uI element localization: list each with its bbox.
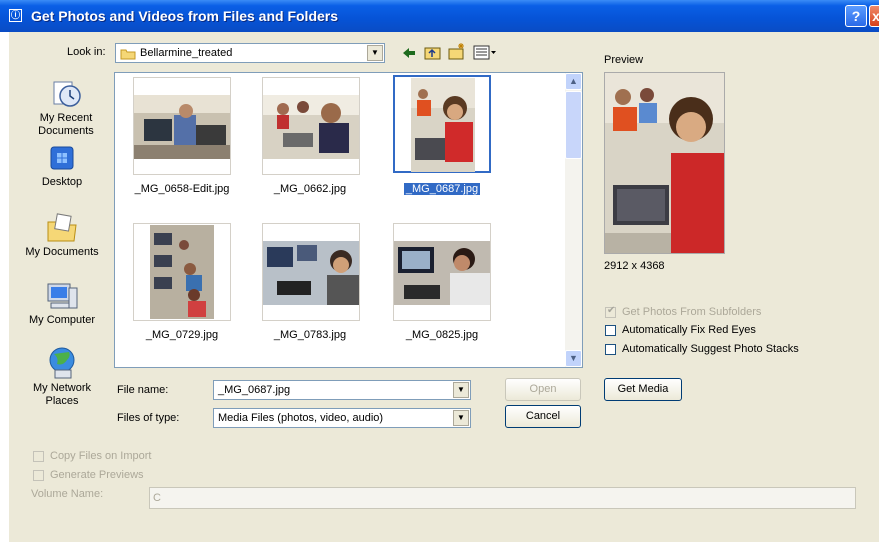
photo-stacks-checkbox[interactable] (605, 344, 616, 355)
photo-thumbnail (394, 241, 490, 305)
place-my-documents[interactable]: My Documents (19, 212, 105, 259)
folder-icon (120, 49, 136, 60)
file-type-dropdown[interactable]: Media Files (photos, video, audio) ▼ (213, 408, 471, 428)
place-label: My Network (32, 382, 92, 394)
photo-thumbnail (150, 225, 214, 319)
subfolders-label: Get Photos From Subfolders (622, 306, 762, 318)
file-name-value: _MG_0687.jpg (218, 384, 291, 396)
app-icon: ⓘ (9, 9, 22, 22)
place-label: Places (45, 395, 79, 407)
photo-thumbnail (263, 241, 359, 305)
file-name[interactable]: _MG_0825.jpg (377, 329, 507, 341)
look-in-value: Bellarmine_treated (140, 47, 233, 59)
network-places-icon (49, 347, 75, 379)
my-documents-icon (47, 213, 77, 242)
photo-preview (605, 73, 724, 253)
file-name[interactable]: _MG_0783.jpg (245, 329, 375, 341)
file-name-input[interactable]: _MG_0687.jpg ▼ (213, 380, 471, 400)
generate-previews-checkbox[interactable] (33, 470, 44, 481)
volume-name-field[interactable]: C (149, 487, 856, 509)
chevron-down-icon[interactable]: ▼ (367, 45, 383, 61)
window-title: Get Photos and Videos from Files and Fol… (31, 8, 339, 24)
up-folder-icon[interactable] (424, 45, 442, 61)
photo-thumbnail (263, 95, 359, 159)
desktop-icon (50, 146, 74, 170)
photo-thumbnail (134, 95, 230, 159)
file-thumbnail[interactable] (133, 223, 231, 321)
file-name[interactable]: _MG_0729.jpg (117, 329, 247, 341)
help-button[interactable]: ? (845, 5, 867, 27)
file-type-value: Media Files (photos, video, audio) (218, 412, 384, 424)
photo-thumbnail (411, 78, 475, 172)
my-computer-icon (47, 283, 78, 309)
file-name[interactable]: _MG_0658-Edit.jpg (117, 183, 247, 195)
scroll-down-icon[interactable]: ▼ (565, 350, 582, 367)
get-media-button[interactable]: Get Media (604, 378, 682, 401)
scroll-up-icon[interactable]: ▲ (565, 73, 582, 90)
scrollbar-thumb[interactable] (565, 91, 582, 159)
place-label: Desktop (41, 176, 83, 188)
dialog-body: Look in: Bellarmine_treated ▼ My Recent … (9, 32, 879, 542)
copy-files-checkbox[interactable] (33, 451, 44, 462)
preview-label: Preview (604, 54, 644, 66)
file-thumbnail[interactable] (393, 223, 491, 321)
back-arrow-icon[interactable] (401, 45, 417, 61)
place-my-computer[interactable]: My Computer (19, 280, 105, 327)
place-label: My Computer (28, 314, 96, 326)
copy-files-label: Copy Files on Import (50, 450, 152, 462)
red-eye-label: Automatically Fix Red Eyes (622, 324, 756, 336)
new-folder-icon[interactable] (448, 42, 466, 61)
preview-dimensions: 2912 x 4368 (604, 260, 665, 272)
place-network-places[interactable]: My Network Places (19, 346, 105, 408)
open-button[interactable]: Open (505, 378, 581, 401)
photo-stacks-label: Automatically Suggest Photo Stacks (622, 343, 799, 355)
close-button[interactable]: x (869, 5, 879, 27)
file-name[interactable]: _MG_0662.jpg (245, 183, 375, 195)
file-list-scrollbar[interactable]: ▲ ▼ (565, 73, 582, 367)
look-in-dropdown[interactable]: Bellarmine_treated ▼ (115, 43, 385, 63)
file-thumbnail[interactable] (262, 223, 360, 321)
recent-documents-icon (53, 81, 81, 107)
place-label: Documents (38, 125, 94, 137)
file-thumbnail-selected[interactable] (393, 75, 491, 173)
look-in-label: Look in: (67, 46, 106, 58)
place-desktop[interactable]: Desktop (19, 144, 105, 189)
volume-name-label: Volume Name: (31, 488, 104, 500)
place-recent-documents[interactable]: My Recent Documents (23, 78, 109, 138)
volume-name-value: C (153, 492, 161, 504)
file-name-selected[interactable]: _MG_0687.jpg (377, 183, 507, 195)
place-label: My Documents (25, 246, 99, 258)
file-thumbnail[interactable] (262, 77, 360, 175)
file-name-label: File name: (117, 384, 169, 396)
chevron-down-icon[interactable]: ▼ (453, 382, 469, 398)
generate-previews-label: Generate Previews (50, 469, 144, 481)
place-label: My Recent (39, 112, 93, 124)
subfolders-checkbox[interactable]: ✔ (605, 305, 616, 318)
file-thumbnail[interactable] (133, 77, 231, 175)
preview-image (604, 72, 725, 254)
view-menu-icon[interactable] (473, 45, 497, 61)
file-type-label: Files of type: (117, 412, 180, 424)
red-eye-checkbox[interactable] (605, 325, 616, 336)
title-bar: ⓘ Get Photos and Videos from Files and F… (0, 0, 879, 32)
cancel-button[interactable]: Cancel (505, 405, 581, 428)
chevron-down-icon[interactable]: ▼ (453, 410, 469, 426)
file-list[interactable]: _MG_0658-Edit.jpg _MG_0662.jpg _MG_0687.… (114, 72, 583, 368)
